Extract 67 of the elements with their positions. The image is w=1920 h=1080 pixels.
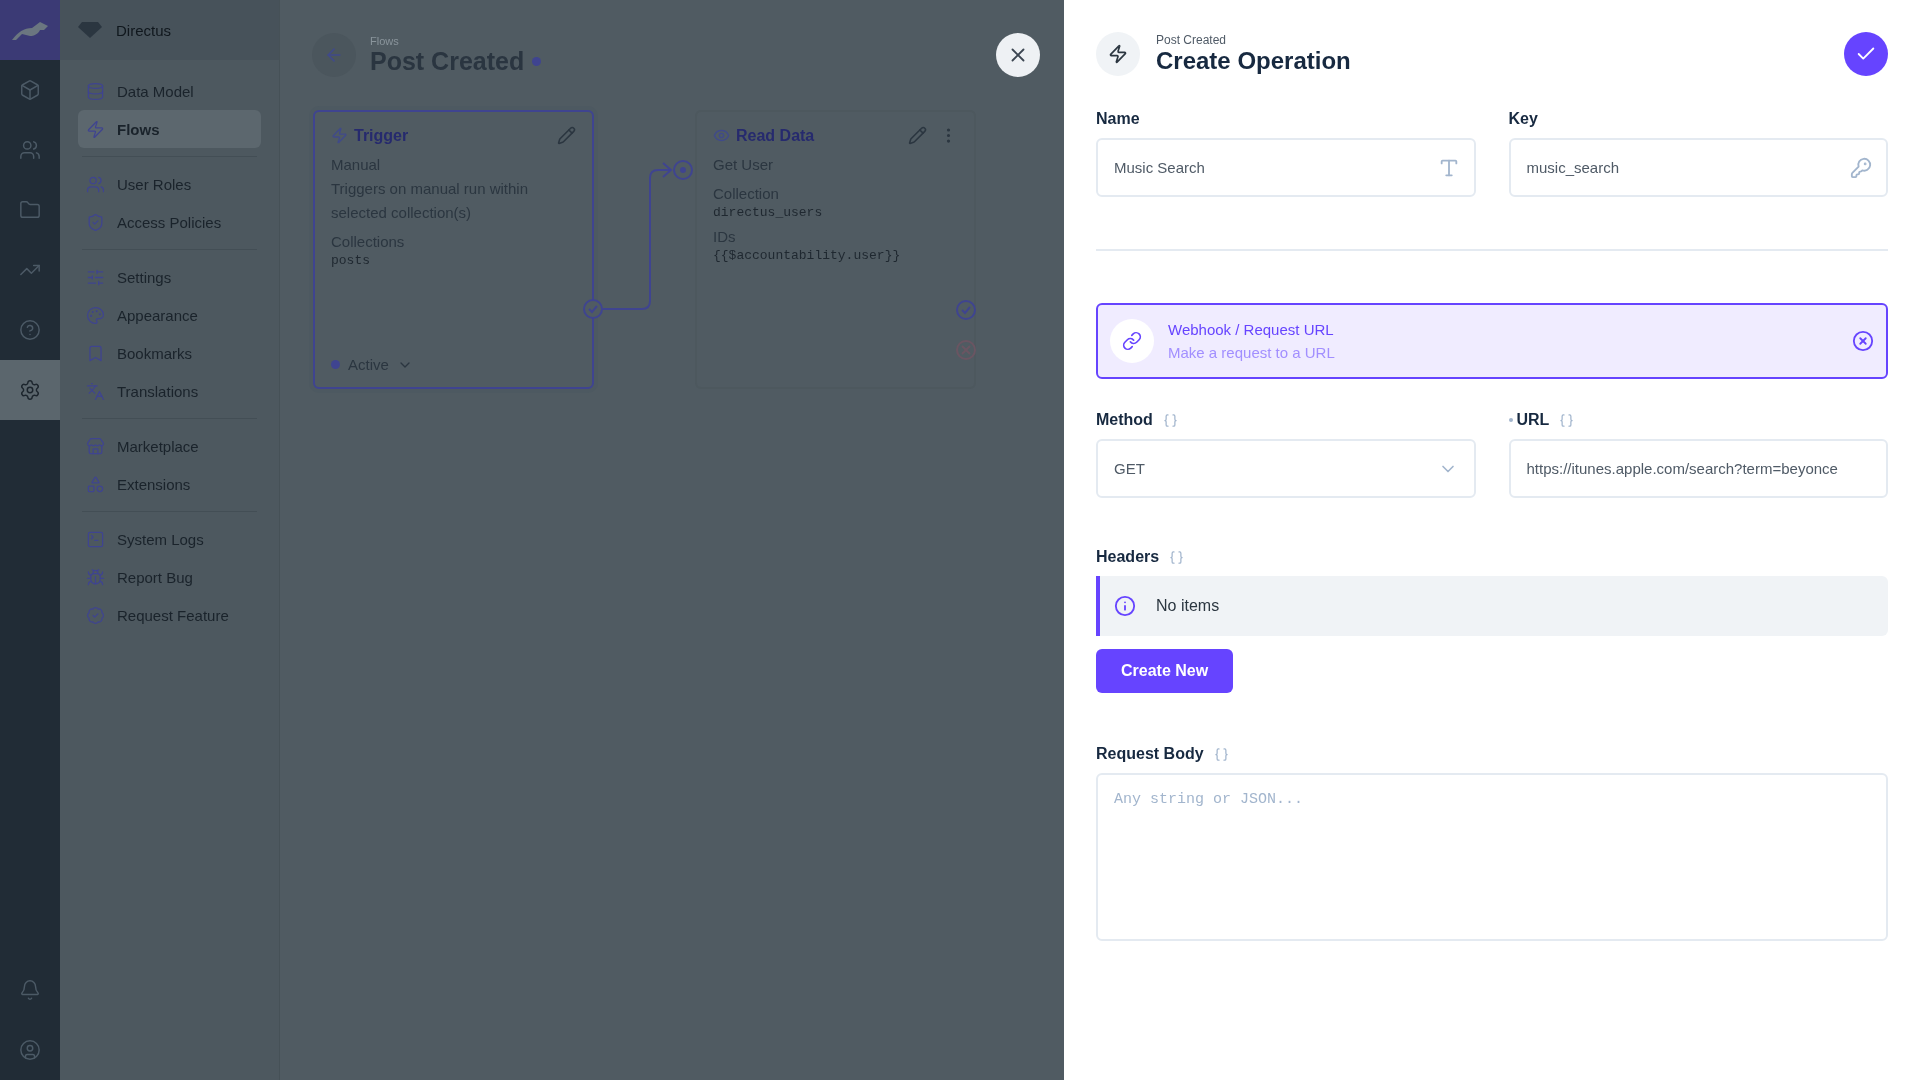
status-dot-icon — [331, 360, 340, 369]
remove-button[interactable] — [1852, 330, 1874, 352]
field-label: Request Body — [1096, 745, 1204, 763]
x-circle-icon — [1852, 330, 1874, 352]
terminal-icon — [86, 529, 105, 549]
bolt-icon — [1096, 32, 1140, 76]
link-icon — [1110, 319, 1154, 363]
braces-icon[interactable] — [1213, 746, 1229, 762]
status-dot-icon — [532, 56, 542, 66]
check-circle-icon[interactable] — [956, 300, 976, 320]
bolt-icon — [86, 119, 105, 139]
field-label: Method — [1096, 411, 1153, 429]
request-body-field[interactable]: Any string or JSON... — [1096, 773, 1888, 941]
drawer-title: Create Operation — [1156, 47, 1351, 75]
nav-item[interactable]: Flows — [78, 110, 261, 148]
module-button[interactable] — [0, 360, 60, 420]
database-icon — [86, 81, 105, 101]
info-icon — [1114, 595, 1136, 617]
name-field[interactable]: Music Search — [1096, 138, 1476, 197]
sliders-icon — [86, 267, 105, 287]
breadcrumb[interactable]: Flows — [370, 34, 542, 47]
cube-icon — [19, 79, 41, 101]
folder-icon — [19, 199, 41, 221]
settings-icon — [19, 379, 41, 401]
key-icon — [1850, 156, 1872, 179]
diamond-icon — [78, 22, 102, 38]
field-label: Headers — [1096, 548, 1160, 566]
notice-text: No items — [1156, 597, 1220, 615]
field-label: Name — [1096, 110, 1140, 128]
method-select[interactable]: GET — [1096, 439, 1476, 498]
project-name: Directus — [116, 21, 171, 39]
edit-icon[interactable] — [557, 126, 576, 145]
back-button[interactable] — [312, 33, 356, 77]
close-button[interactable] — [996, 33, 1040, 77]
badge-check-icon — [86, 605, 105, 625]
eye-icon — [713, 127, 730, 144]
user-circle-icon — [19, 1039, 41, 1061]
braces-icon[interactable] — [1169, 549, 1185, 565]
braces-icon[interactable] — [1162, 412, 1178, 428]
palette-icon — [86, 305, 105, 325]
operation-description: Make a request to a URL — [1168, 344, 1335, 361]
bolt-icon — [331, 127, 348, 144]
x-circle-icon[interactable] — [956, 340, 976, 360]
input-dot-icon — [673, 160, 693, 180]
field-label: Key — [1508, 110, 1538, 128]
users-icon — [86, 174, 105, 194]
operation-title: Webhook / Request URL — [1168, 321, 1335, 338]
shapes-icon — [86, 474, 105, 494]
shield-icon — [86, 212, 105, 232]
check-circle-icon[interactable] — [583, 299, 603, 319]
braces-icon[interactable] — [1559, 412, 1575, 428]
edit-icon[interactable] — [908, 126, 927, 145]
bug-icon — [86, 567, 105, 587]
users-icon — [19, 139, 41, 161]
create-new-button[interactable]: Create New — [1096, 649, 1234, 693]
save-button[interactable] — [1844, 32, 1888, 76]
selected-operation-card[interactable]: Webhook / Request URL Make a request to a URL — [1096, 303, 1888, 379]
help-icon — [19, 319, 41, 341]
bookmark-icon — [86, 343, 105, 363]
store-icon — [86, 436, 105, 456]
bell-icon — [19, 979, 41, 1001]
field-label: URL — [1516, 411, 1550, 429]
breadcrumb[interactable]: Post Created — [1156, 33, 1351, 47]
logo-button[interactable] — [0, 0, 60, 60]
translate-icon — [86, 381, 105, 401]
url-field[interactable]: https://itunes.apple.com/search?term=beyonce — [1508, 439, 1888, 498]
key-field[interactable]: music_search — [1508, 138, 1888, 197]
